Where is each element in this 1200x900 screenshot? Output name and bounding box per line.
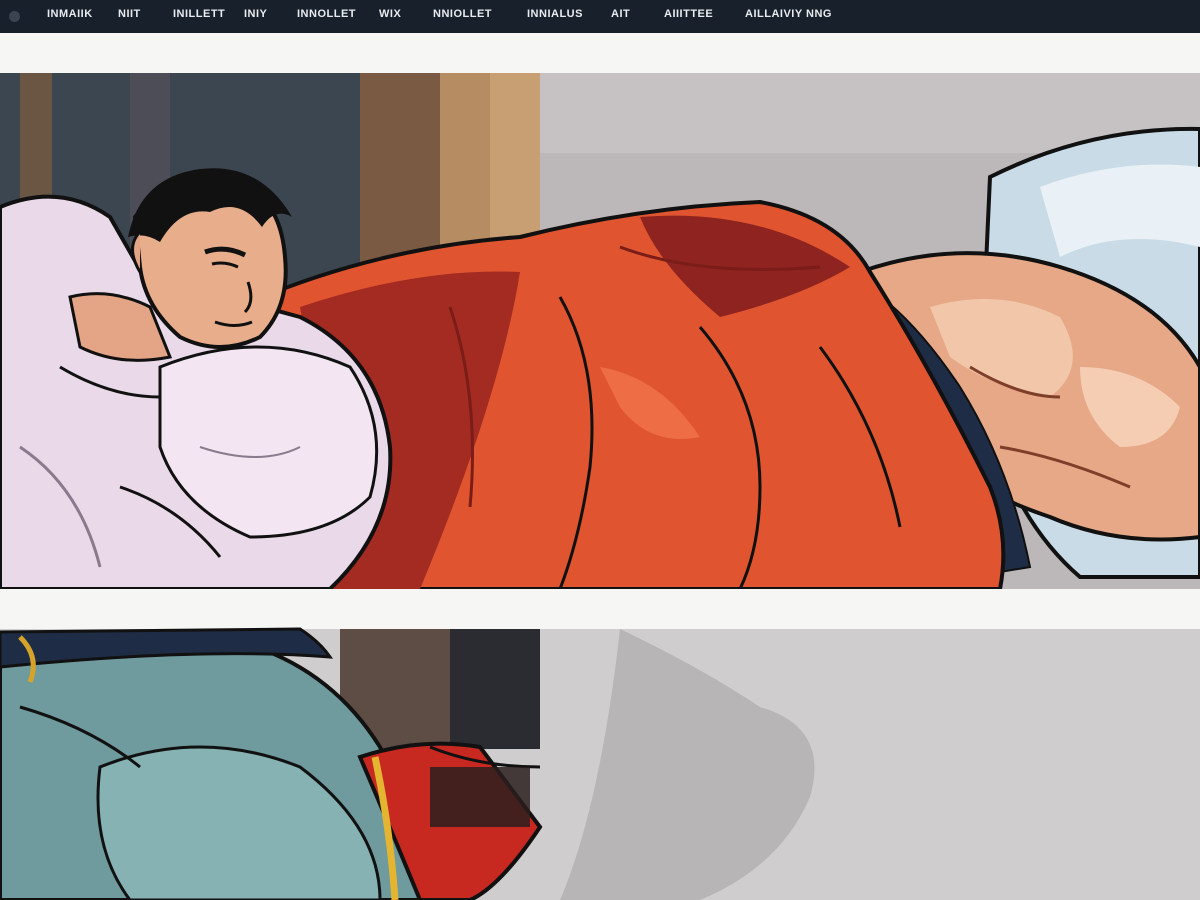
nav-item-2[interactable]: NIIT <box>118 8 141 20</box>
comic-panel-image <box>0 67 1200 900</box>
nav-item-11[interactable]: AILLAIVIY NNG <box>745 8 832 20</box>
nav-item-10[interactable]: AIIITTEE <box>664 8 713 20</box>
page: INMAIIK NIIT INILLETT INIY INNOLLET WIX … <box>0 0 1200 900</box>
site-logo-icon[interactable] <box>9 11 20 22</box>
nav-item-7[interactable]: NNIOLLET <box>433 8 492 20</box>
top-navbar: INMAIIK NIIT INILLETT INIY INNOLLET WIX … <box>0 0 1200 33</box>
nav-item-1[interactable]: INMAIIK <box>47 8 93 20</box>
nav-item-6[interactable]: WIX <box>379 8 401 20</box>
nav-item-8[interactable]: INNIALUS <box>527 8 583 20</box>
nav-item-3[interactable]: INILLETT <box>173 8 225 20</box>
nav-item-9[interactable]: AIT <box>611 8 630 20</box>
panel-gutter-middle <box>0 589 1200 629</box>
nav-item-5[interactable]: INNOLLET <box>297 8 356 20</box>
lower-panel <box>0 627 1200 900</box>
nav-item-4[interactable]: INIY <box>244 8 267 20</box>
